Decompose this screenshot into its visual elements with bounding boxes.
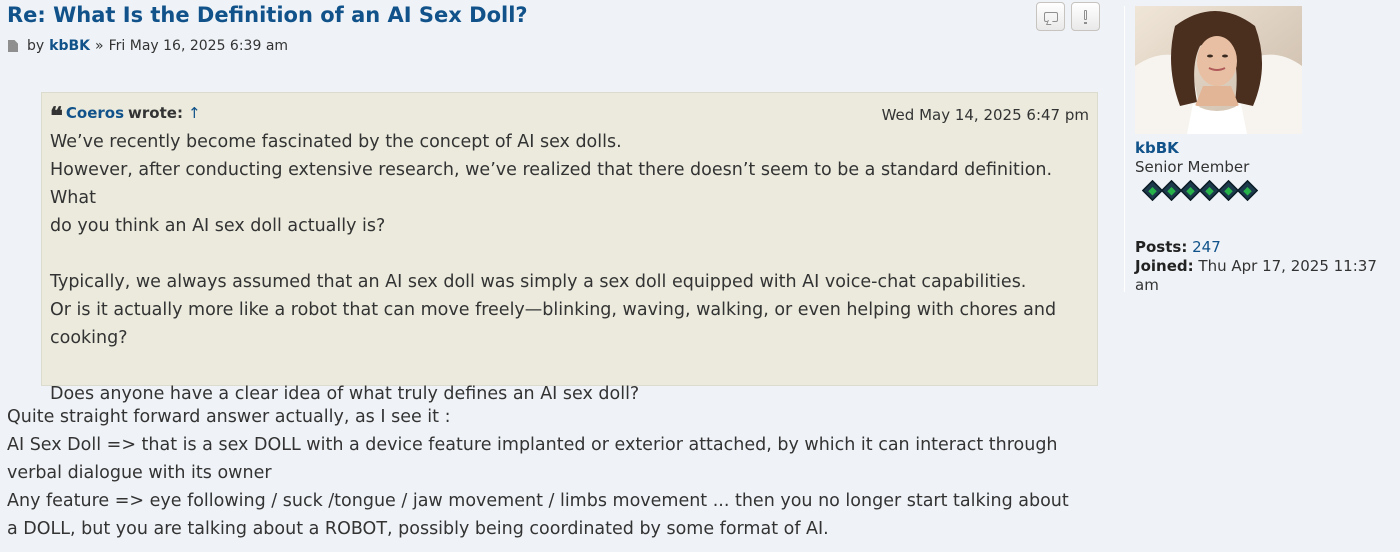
quote-line: do you think an AI sex doll actually is? <box>50 216 386 236</box>
reply-line: Quite straight forward answer actually, … <box>7 407 451 427</box>
post-profile: kbBK Senior Member Posts: 247 Joined: Th… <box>1124 6 1400 294</box>
quote-mark-icon: ❝ <box>50 101 63 130</box>
reply-line: a DOLL, but you are talking about a ROBO… <box>7 519 829 539</box>
profile-joined-date-wrap: am <box>1135 276 1159 294</box>
post-document-icon[interactable] <box>8 40 18 52</box>
profile-posts-label: Posts: <box>1135 238 1188 256</box>
quote-date: Wed May 14, 2025 6:47 pm <box>881 106 1089 124</box>
post-date: Fri May 16, 2025 6:39 am <box>108 38 289 54</box>
reply-line: Any feature => eye following / suck /ton… <box>7 491 1069 511</box>
profile-joined-label: Joined: <box>1135 257 1194 275</box>
quote-cite: ❝ Coeros wrote: ↑ <box>50 101 201 130</box>
reply-line: AI Sex Doll => that is a sex DOLL with a… <box>7 435 1058 455</box>
jump-to-quoted-post-link[interactable]: ↑ <box>188 104 201 122</box>
profile-joined-date: Thu Apr 17, 2025 11:37 <box>1198 257 1377 275</box>
post-separator: » <box>95 38 104 54</box>
post-buttons <box>1036 2 1100 31</box>
avatar-image <box>1135 6 1302 134</box>
avatar[interactable] <box>1135 6 1302 134</box>
quote-line: Or is it actually more like a robot that… <box>50 300 1057 320</box>
quote-line: Typically, we always assumed that an AI … <box>50 272 1027 292</box>
profile-posts: Posts: 247 <box>1135 238 1221 257</box>
quote-icon <box>1043 11 1058 22</box>
quote-line: However, after conducting extensive rese… <box>50 160 1053 208</box>
quote-line: We’ve recently become fascinated by the … <box>50 132 622 152</box>
quote-wrote-label: wrote: <box>128 104 183 122</box>
reply-text: Quite straight forward answer actually, … <box>7 403 1107 543</box>
quote-paragraph-gap <box>50 352 1090 380</box>
quote-button[interactable] <box>1036 2 1065 31</box>
post-body: Re: What Is the Definition of an AI Sex … <box>0 0 1120 552</box>
quote-line: cooking? <box>50 328 128 348</box>
quote-author-link[interactable]: Coeros <box>66 104 124 122</box>
reply-line: verbal dialogue with its owner <box>7 463 272 483</box>
report-button[interactable] <box>1071 2 1100 31</box>
post-author-link[interactable]: kbBK <box>49 38 90 54</box>
rank-image <box>1141 179 1259 202</box>
post-by-label: by <box>27 38 45 54</box>
profile-joined: Joined: Thu Apr 17, 2025 11:37 <box>1135 257 1377 276</box>
post-title[interactable]: Re: What Is the Definition of an AI Sex … <box>7 3 528 27</box>
profile-username-link[interactable]: kbBK <box>1135 139 1179 157</box>
quote-paragraph-gap <box>50 240 1090 268</box>
rank-star-icon <box>1236 179 1259 202</box>
profile-posts-count-link[interactable]: 247 <box>1192 238 1221 256</box>
profile-rank-title: Senior Member <box>1135 158 1250 176</box>
quote-text: We’ve recently become fascinated by the … <box>50 128 1090 408</box>
quoted-post: ❝ Coeros wrote: ↑ Wed May 14, 2025 6:47 … <box>41 92 1098 404</box>
post-meta: by kbBK » Fri May 16, 2025 6:39 am <box>8 38 288 54</box>
report-icon <box>1083 9 1088 24</box>
